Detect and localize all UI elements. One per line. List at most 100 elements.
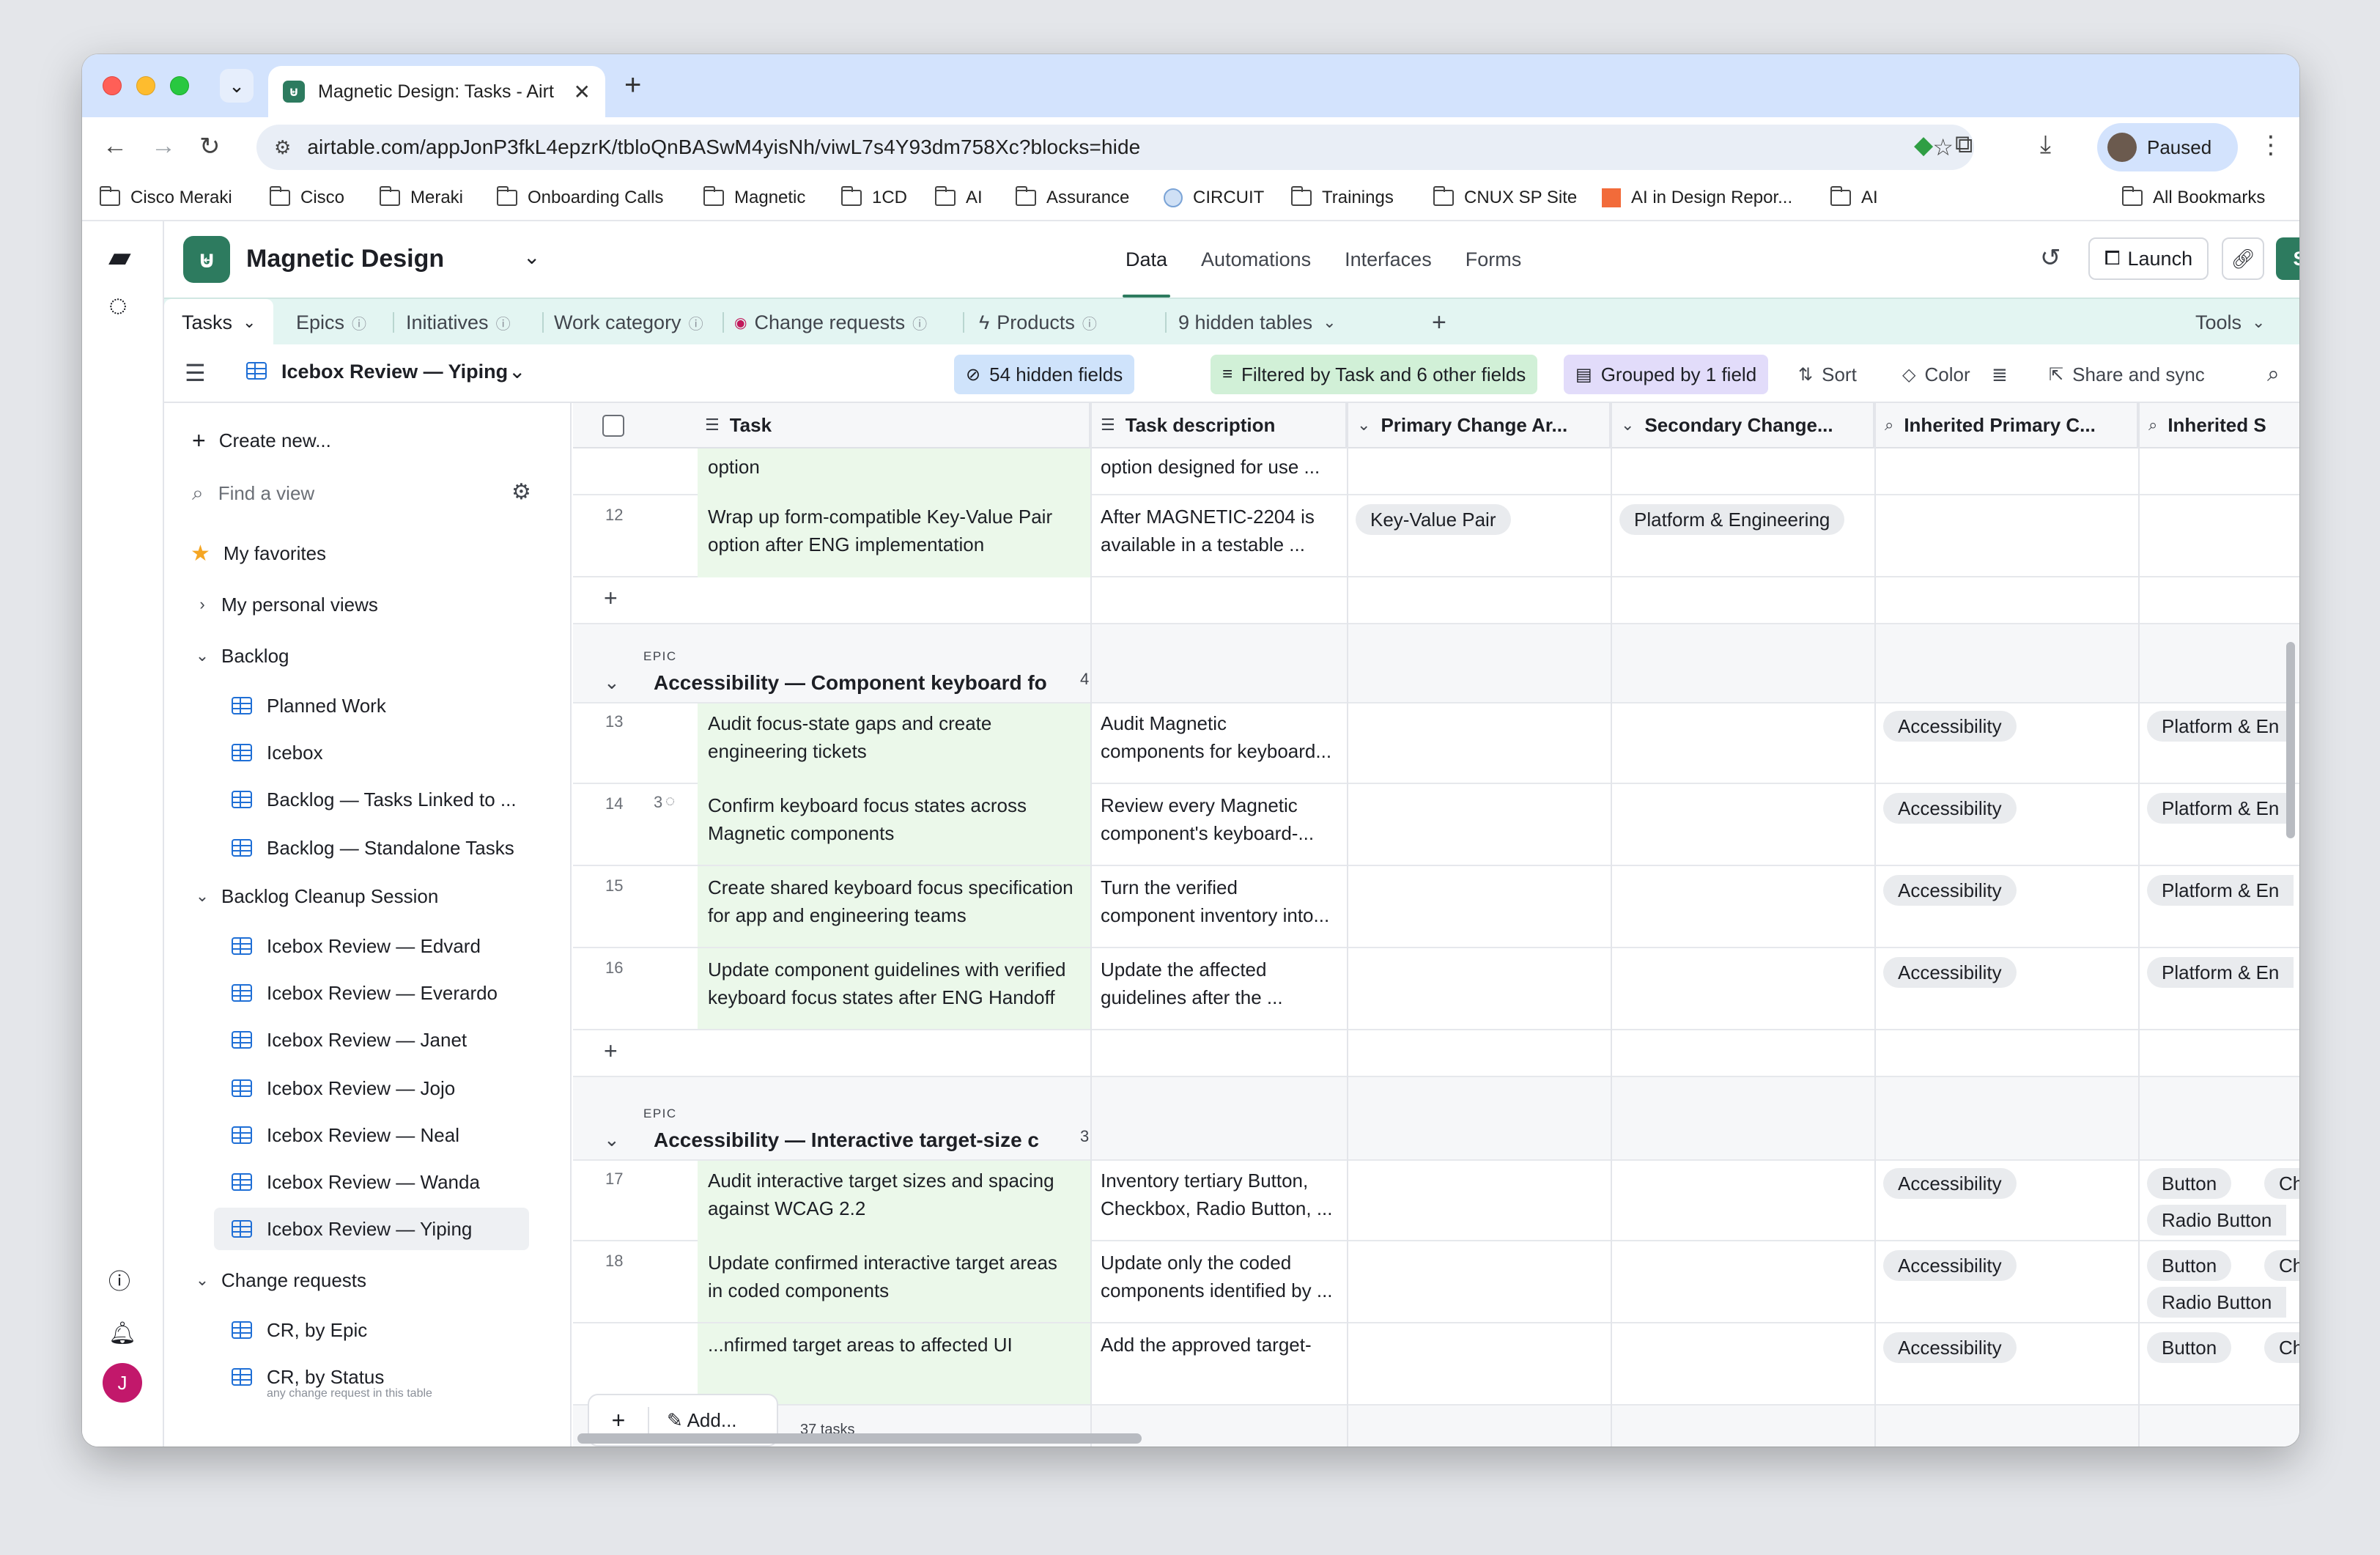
bookmark-item[interactable]: Cisco Meraki [100, 186, 232, 208]
view-item[interactable]: Backlog — Standalone Tasks [232, 827, 539, 869]
minimize-window-button[interactable] [136, 76, 155, 95]
task-cell-line[interactable]: Wrap up form-compatible Key-Value Pair [708, 503, 1052, 531]
inherited-secondary-pill[interactable]: Radio Button [2147, 1287, 2287, 1318]
task-cell-line[interactable]: for app and engineering teams [708, 901, 967, 929]
select-all-checkbox[interactable] [602, 415, 624, 437]
home-icon[interactable]: ▰ [108, 240, 131, 274]
column-header-inherited-primary[interactable]: ⌕ Inherited Primary C... [1874, 403, 2138, 448]
add-row[interactable] [573, 577, 2299, 624]
profile-button[interactable]: Paused [2097, 123, 2238, 171]
comment-icon[interactable]: ◌ [665, 791, 675, 810]
section-backlog[interactable]: ⌄ Backlog [191, 635, 570, 677]
collapse-chevron-icon[interactable]: ⌄ [604, 671, 620, 694]
bookmark-item[interactable]: AI [1830, 186, 1878, 208]
bookmark-item[interactable]: AI [935, 186, 983, 208]
description-cell-line[interactable]: Review every Magnetic [1101, 791, 1298, 819]
view-item[interactable]: Icebox Review — Neal [232, 1114, 570, 1156]
horizontal-scrollbar[interactable] [577, 1433, 1142, 1444]
description-cell-line[interactable]: Audit Magnetic [1101, 709, 1227, 737]
my-favorites[interactable]: ★ My favorites [191, 532, 570, 575]
browser-menu-icon[interactable]: ⋮ [2258, 130, 2283, 160]
description-cell-line[interactable]: guidelines after the ... [1101, 983, 1283, 1011]
inherited-secondary-pill[interactable]: Platform & En [2147, 711, 2294, 742]
add-table-icon[interactable]: + [1432, 299, 1446, 346]
user-avatar[interactable]: J [103, 1363, 142, 1403]
tools-menu[interactable]: Tools ⌄ [2195, 299, 2265, 346]
description-cell-line[interactable]: components for keyboard... [1101, 737, 1331, 765]
tab-work-category[interactable]: Work category ⓘ [554, 299, 703, 346]
base-name[interactable]: Magnetic Design [246, 245, 444, 273]
site-settings-icon[interactable]: ⚙ [274, 136, 291, 159]
tab-close-icon[interactable]: ✕ [574, 80, 591, 104]
task-cell-line[interactable]: Magnetic components [708, 819, 894, 847]
bookmark-item[interactable]: Cisco [270, 186, 344, 208]
inherited-primary-pill[interactable]: Accessibility [1883, 1250, 2017, 1281]
task-cell-line[interactable]: Create shared keyboard focus specificati… [708, 873, 1073, 901]
add-with-ai-button[interactable]: ✎ Add... [667, 1409, 737, 1432]
bookmark-item[interactable]: Magnetic [703, 186, 805, 208]
bookmark-item[interactable]: Onboarding Calls [497, 186, 663, 208]
history-icon[interactable]: ↺ [2040, 243, 2061, 273]
omni-icon[interactable]: ◌ [108, 287, 128, 324]
tab-tasks[interactable]: Tasks ⌄ [164, 299, 274, 346]
create-new-view[interactable]: + Create new... [192, 419, 570, 462]
nav-interfaces[interactable]: Interfaces [1345, 248, 1432, 271]
inherited-secondary-pill[interactable]: Platform & En [2147, 793, 2294, 824]
task-cell-line[interactable]: Update confirmed interactive target area… [708, 1249, 1057, 1277]
hamburger-menu-icon[interactable]: ☰ [185, 359, 206, 387]
task-cell-line[interactable]: engineering tickets [708, 737, 867, 765]
view-item[interactable]: Icebox Review — Wanda [232, 1161, 570, 1203]
hidden-tables-dropdown[interactable]: 9 hidden tables ⌄ [1178, 299, 1337, 346]
sort-button[interactable]: ⇅ Sort [1786, 355, 1869, 394]
description-cell-line[interactable]: Turn the verified [1101, 873, 1238, 901]
column-header-description[interactable]: ☰ Task description [1090, 403, 1347, 448]
tab-change-requests[interactable]: ◉ Change requests ⓘ [734, 299, 927, 346]
description-cell-line[interactable]: available in a testable ... [1101, 531, 1305, 558]
bookmark-item[interactable]: Meraki [380, 186, 463, 208]
launch-button[interactable]: ⧠ Launch [2088, 237, 2209, 280]
inherited-secondary-pill[interactable]: Platform & En [2147, 875, 2294, 906]
tab-products[interactable]: ϟ Products ⓘ [979, 299, 1097, 346]
description-cell-line[interactable]: component's keyboard-... [1101, 819, 1314, 847]
close-window-button[interactable] [103, 76, 122, 95]
view-item[interactable]: Icebox Review — Jojo [232, 1067, 570, 1109]
column-header-primary-change[interactable]: ⌄ Primary Change Ar... [1347, 403, 1611, 448]
inherited-secondary-pill[interactable]: Button [2147, 1332, 2232, 1363]
add-row[interactable] [573, 1030, 2299, 1077]
share-button[interactable]: Share [2276, 237, 2299, 280]
color-button[interactable]: ◇ Color [1891, 355, 1982, 394]
task-cell[interactable]: option [708, 453, 760, 481]
view-item[interactable]: Icebox Review — Edvard [232, 925, 570, 967]
inherited-primary-pill[interactable]: Accessibility [1883, 793, 2017, 824]
inherited-secondary-pill[interactable]: Ch [2264, 1168, 2299, 1199]
task-cell-line[interactable]: Confirm keyboard focus states across [708, 791, 1027, 819]
add-record-icon[interactable]: + [604, 1038, 618, 1065]
inherited-primary-pill[interactable]: Accessibility [1883, 957, 2017, 988]
bookmark-item[interactable]: Assurance [1016, 186, 1129, 208]
view-item[interactable]: Icebox Review — Janet [232, 1019, 570, 1061]
bookmark-item[interactable]: AI in Design Repor... [1602, 188, 1792, 208]
forward-arrow-icon[interactable]: → [151, 132, 176, 160]
inherited-secondary-pill[interactable]: Button [2147, 1168, 2232, 1199]
evernote-extension-icon[interactable]: ◆ [1914, 130, 1933, 160]
view-item[interactable]: CR, by Epic [232, 1309, 570, 1351]
inherited-primary-pill[interactable]: Accessibility [1883, 711, 2017, 742]
bookmark-item[interactable]: CNUX SP Site [1433, 186, 1577, 208]
column-header-secondary-change[interactable]: ⌄ Secondary Change... [1611, 403, 1874, 448]
secondary-change-pill[interactable]: Platform & Engineering [1619, 504, 1845, 535]
tab-search-chevron-icon[interactable]: ⌄ [220, 69, 254, 103]
inherited-secondary-pill[interactable]: Ch [2264, 1332, 2299, 1363]
description-cell-line[interactable]: Add the approved target- [1101, 1331, 1312, 1359]
view-item[interactable]: Icebox [232, 731, 570, 774]
tab-initiatives[interactable]: Initiatives ⓘ [406, 299, 511, 346]
section-change-requests[interactable]: ⌄ Change requests [191, 1259, 570, 1301]
view-item[interactable]: Icebox Review — Everardo [232, 972, 570, 1014]
search-icon[interactable]: ⌕ [2255, 355, 2291, 394]
description-cell-line[interactable]: component inventory into... [1101, 901, 1329, 929]
view-item[interactable]: Backlog — Tasks Linked to ... [232, 778, 539, 821]
chevron-down-icon[interactable]: ⌄ [523, 245, 540, 269]
chevron-down-icon[interactable]: ⌄ [509, 359, 525, 383]
bookmark-item[interactable]: Trainings [1291, 186, 1394, 208]
task-cell-line[interactable]: Audit focus-state gaps and create [708, 709, 991, 737]
section-backlog-cleanup[interactable]: ⌄ Backlog Cleanup Session [191, 875, 570, 917]
